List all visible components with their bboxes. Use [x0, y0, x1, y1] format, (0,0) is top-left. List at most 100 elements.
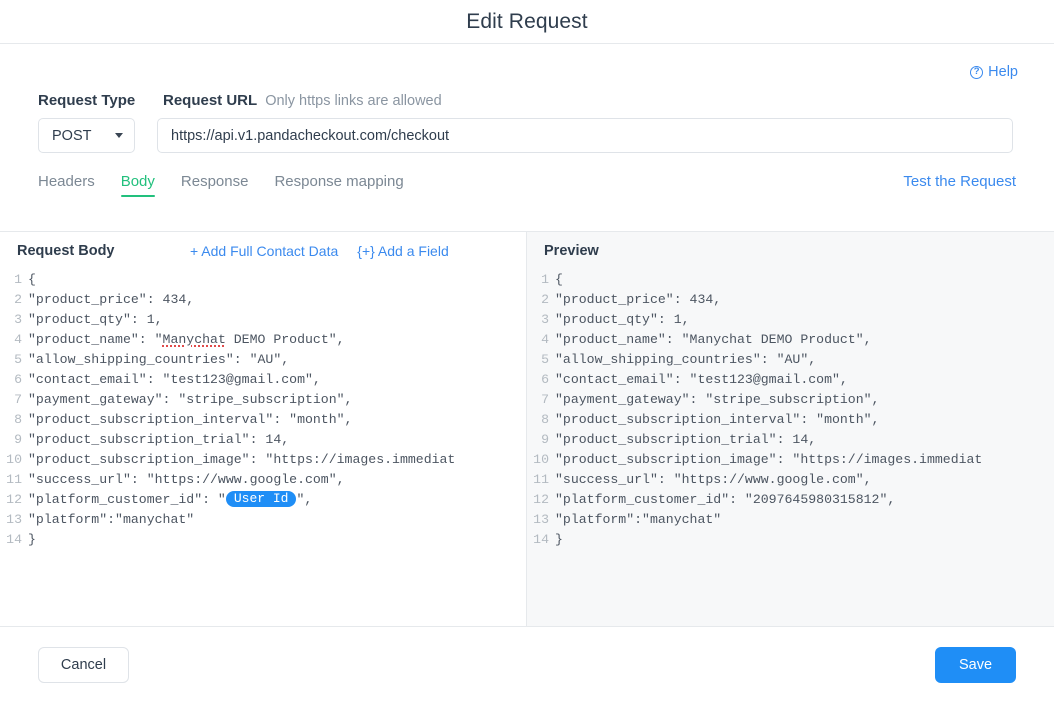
preview-line-text: "product_price": 434, — [555, 292, 722, 307]
preview-line: 3 "product_qty": 1, — [529, 310, 1054, 330]
request-body-line: 5 "allow_shipping_countries": "AU", — [2, 350, 526, 370]
add-full-contact-data-link[interactable]: + Add Full Contact Data — [190, 243, 338, 259]
request-body-line-number: 2 — [14, 292, 22, 307]
request-body-line-text: "product_qty": 1, — [28, 312, 163, 327]
request-url-input[interactable] — [157, 118, 1013, 153]
tab-response[interactable]: Response — [181, 173, 249, 197]
preview-line: 1{ — [529, 270, 1054, 290]
preview-line: 11 "success_url": "https://www.google.com… — [529, 470, 1054, 490]
request-body-line: 10 "product_subscription_image": "https:/… — [2, 450, 526, 470]
preview-line: 4 "product_name": "Manychat DEMO Product"… — [529, 330, 1054, 350]
preview-line-number: 13 — [533, 512, 549, 527]
preview-line-text: } — [555, 532, 563, 547]
add-a-field-link[interactable]: {+} Add a Field — [357, 243, 448, 259]
preview-line-number: 5 — [541, 352, 549, 367]
footer-bar: Cancel Save — [0, 626, 1054, 703]
preview-code-view: 1{2 "product_price": 434, 3 "product_qty": … — [527, 270, 1054, 550]
request-body-line: 6 "contact_email": "test123@gmail.com", — [2, 370, 526, 390]
request-body-line: 3 "product_qty": 1, — [2, 310, 526, 330]
preview-line-number: 3 — [541, 312, 549, 327]
request-body-line: 2 "product_price": 434, — [2, 290, 526, 310]
tab-bar: Headers Body Response Response mapping T… — [0, 153, 1054, 197]
help-button[interactable]: ? Help — [970, 64, 1018, 80]
preview-title: Preview — [544, 243, 599, 259]
request-body-line-number: 11 — [6, 472, 22, 487]
request-body-line-number: 12 — [6, 492, 22, 507]
request-body-line-number: 1 — [14, 272, 22, 287]
request-body-line-text: "platform":"manychat" — [28, 512, 195, 527]
preview-line-text: "contact_email": "test123@gmail.com", — [555, 372, 848, 387]
preview-line-text: "payment_gateway": "stripe_subscription"… — [555, 392, 880, 407]
preview-line-number: 10 — [533, 452, 549, 467]
preview-line-number: 11 — [533, 472, 549, 487]
request-body-line: 14} — [2, 530, 526, 550]
request-body-line-text: } — [28, 532, 36, 547]
request-body-line-number: 8 — [14, 412, 22, 427]
request-url-label: Request URL — [163, 92, 258, 109]
preview-line: 7 "payment_gateway": "stripe_subscription… — [529, 390, 1054, 410]
request-body-line-number: 4 — [14, 332, 22, 347]
request-labels: Request Type Request URL Only https link… — [0, 86, 1054, 109]
preview-line: 12 "platform_customer_id": "2097645980315… — [529, 490, 1054, 510]
tab-body[interactable]: Body — [120, 173, 156, 197]
preview-line-number: 8 — [541, 412, 549, 427]
request-body-line-text: "product_subscription_interval": "month"… — [28, 412, 353, 427]
preview-line: 14} — [529, 530, 1054, 550]
question-circle-icon: ? — [970, 65, 984, 79]
request-method-value: POST — [52, 127, 92, 144]
request-body-line-text: "success_url": "https://www.google.com", — [28, 472, 345, 487]
request-body-line-text: { — [28, 272, 36, 287]
preview-line-text: "success_url": "https://www.google.com", — [555, 472, 872, 487]
request-method-select[interactable]: POST — [38, 118, 135, 153]
request-body-line-text: "product_subscription_trial": 14, — [28, 432, 290, 447]
request-body-line-text: "allow_shipping_countries": "AU", — [28, 352, 290, 367]
spellcheck-word: Manychat — [162, 332, 226, 347]
request-body-line-number: 6 — [14, 372, 22, 387]
preview-line: 10 "product_subscription_image": "https:/… — [529, 450, 1054, 470]
request-body-line: 12 "platform_customer_id": " User Id ", — [2, 490, 526, 510]
request-url-hint: Only https links are allowed — [265, 93, 442, 109]
request-body-line-number: 14 — [6, 532, 22, 547]
preview-line-number: 12 — [533, 492, 549, 507]
test-the-request-link[interactable]: Test the Request — [903, 173, 1016, 190]
request-body-pane: Request Body + Add Full Contact Data {+}… — [0, 232, 527, 626]
request-body-line-number: 9 — [14, 432, 22, 447]
request-body-line-text: "product_price": 434, — [28, 292, 195, 307]
request-body-line-text: "platform_customer_id": " User Id ", — [28, 491, 313, 507]
request-body-line: 9 "product_subscription_trial": 14, — [2, 430, 526, 450]
cancel-button[interactable]: Cancel — [38, 647, 129, 683]
tab-response-mapping[interactable]: Response mapping — [274, 173, 403, 197]
save-button[interactable]: Save — [935, 647, 1016, 683]
request-body-line: 13 "platform":"manychat" — [2, 510, 526, 530]
preview-line: 13 "platform":"manychat" — [529, 510, 1054, 530]
preview-pane: Preview 1{2 "product_price": 434, 3 "produc… — [527, 232, 1054, 626]
help-row: ? Help — [0, 44, 1054, 86]
tab-headers[interactable]: Headers — [38, 173, 95, 197]
preview-line-text: "product_subscription_image": "https://i… — [555, 452, 983, 467]
preview-line: 6 "contact_email": "test123@gmail.com", — [529, 370, 1054, 390]
preview-line-text: "allow_shipping_countries": "AU", — [555, 352, 817, 367]
request-body-header: Request Body + Add Full Contact Data {+}… — [0, 232, 526, 270]
request-body-line: 1{ — [2, 270, 526, 290]
preview-line: 9 "product_subscription_trial": 14, — [529, 430, 1054, 450]
preview-header: Preview — [527, 232, 1054, 270]
preview-line-text: "product_name": "Manychat DEMO Product", — [555, 332, 872, 347]
request-body-title: Request Body — [17, 243, 115, 259]
request-controls: POST — [0, 109, 1054, 153]
preview-line-text: "product_subscription_trial": 14, — [555, 432, 817, 447]
request-type-label: Request Type — [38, 92, 136, 109]
request-body-actions: + Add Full Contact Data {+} Add a Field — [190, 243, 449, 259]
preview-line-number: 7 — [541, 392, 549, 407]
preview-line-text: { — [555, 272, 563, 287]
preview-line: 5 "allow_shipping_countries": "AU", — [529, 350, 1054, 370]
request-body-line-text: "payment_gateway": "stripe_subscription"… — [28, 392, 353, 407]
request-body-line: 7 "payment_gateway": "stripe_subscription… — [2, 390, 526, 410]
request-body-line-text: "product_subscription_image": "https://i… — [28, 452, 456, 467]
editor-area: Request Body + Add Full Contact Data {+}… — [0, 231, 1054, 626]
preview-line: 8 "product_subscription_interval": "month… — [529, 410, 1054, 430]
user-id-token-pill[interactable]: User Id — [225, 491, 297, 507]
request-body-line-number: 10 — [6, 452, 22, 467]
request-body-code-editor[interactable]: 1{2 "product_price": 434, 3 "product_qty": … — [0, 270, 526, 550]
preview-line-text: "platform":"manychat" — [555, 512, 722, 527]
preview-line-number: 9 — [541, 432, 549, 447]
